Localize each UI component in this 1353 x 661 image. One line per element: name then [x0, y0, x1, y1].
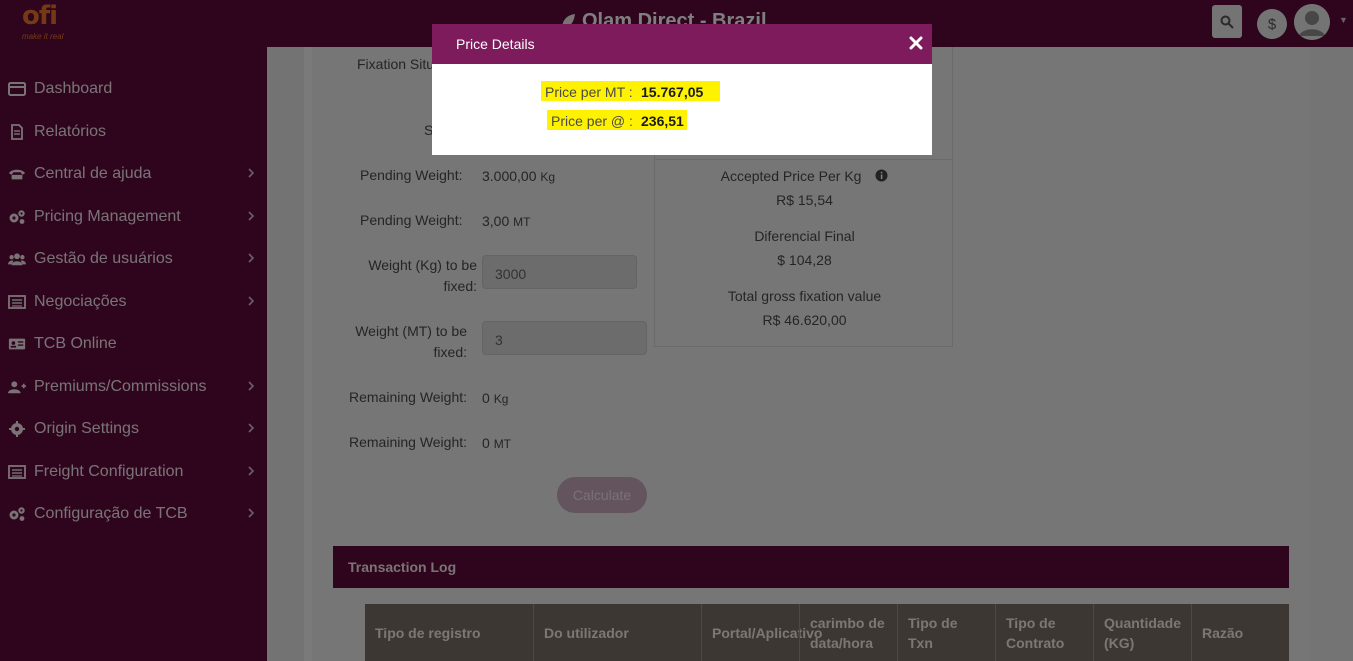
- close-icon[interactable]: [908, 35, 924, 51]
- price-per-arroba-label: Price per @ :: [551, 113, 633, 129]
- price-per-mt-value: 15.767,05: [641, 84, 704, 100]
- modal-header: Price Details: [432, 24, 932, 64]
- modal-title: Price Details: [456, 36, 535, 52]
- price-per-mt-label: Price per MT :: [545, 84, 633, 100]
- price-per-arroba-value: 236,51: [641, 113, 684, 129]
